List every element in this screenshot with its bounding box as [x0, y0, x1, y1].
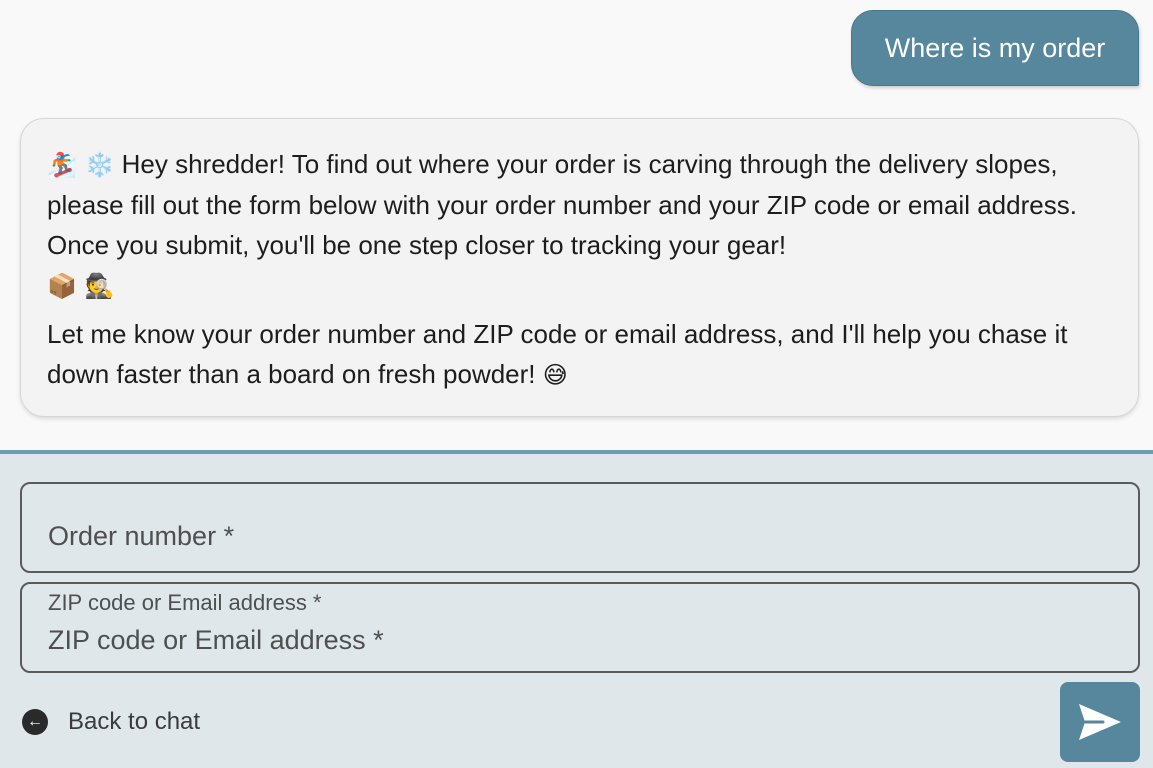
user-message-text: Where is my order [884, 32, 1106, 63]
bot-message-text-1: Hey shredder! To find out where your ord… [47, 149, 1077, 260]
order-number-input[interactable] [48, 516, 1112, 556]
order-tracking-form: ZIP code or Email address * ← Back to ch… [0, 450, 1153, 768]
zip-email-input[interactable] [48, 620, 1112, 660]
package-detective-emoji: 📦 🕵️ [47, 272, 115, 300]
user-message-bubble: Where is my order [851, 10, 1139, 86]
bot-message-bubble: 🏂 ❄️ Hey shredder! To find out where you… [20, 118, 1139, 417]
zip-email-field[interactable]: ZIP code or Email address * [20, 582, 1140, 673]
zip-email-label: ZIP code or Email address * [48, 590, 322, 615]
sweat-smile-emoji: 😅 [542, 361, 568, 389]
send-icon [1079, 704, 1121, 740]
chat-area: Where is my order 🏂 ❄️ Hey shredder! To … [0, 0, 1153, 450]
bot-message-paragraph-1: 🏂 ❄️ Hey shredder! To find out where you… [47, 144, 1112, 306]
arrow-left-circle-icon: ← [22, 709, 48, 735]
order-number-field[interactable] [20, 482, 1140, 573]
back-to-chat-label: Back to chat [68, 708, 201, 735]
send-button[interactable] [1060, 682, 1140, 762]
back-to-chat-link[interactable]: ← Back to chat [22, 708, 200, 736]
snowboarder-snowflake-emoji: 🏂 ❄️ [47, 151, 115, 179]
bot-message-paragraph-2: Let me know your order number and ZIP co… [47, 314, 1112, 395]
